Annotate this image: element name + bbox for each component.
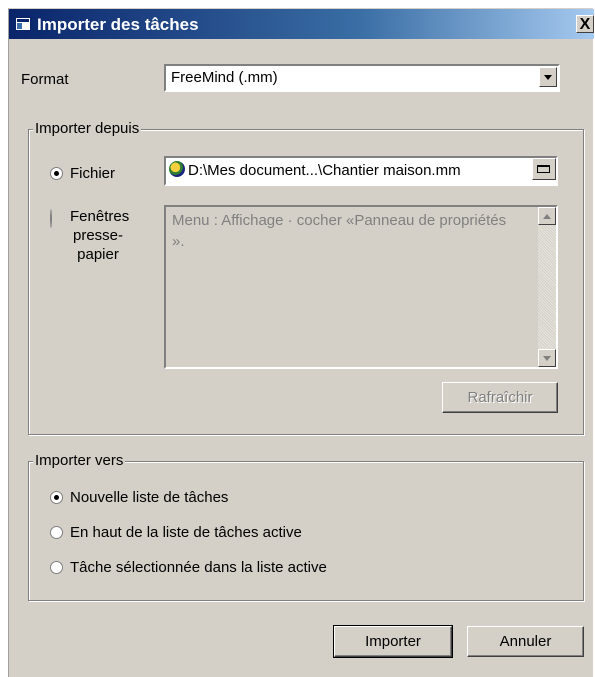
import-from-legend: Importer depuis xyxy=(33,120,142,137)
clipboard-hint-text: Menu : Affichage · cocher «Panneau de pr… xyxy=(172,212,507,250)
freemind-file-icon xyxy=(169,161,185,177)
clipboard-label-line-3: papier xyxy=(77,246,119,263)
title-bar[interactable]: Importer des tâches X xyxy=(9,9,594,39)
selected-task-label: Tâche sélectionnée dans la liste active xyxy=(70,559,327,576)
clipboard-radio-option[interactable]: Fenêtres presse- papier xyxy=(50,207,129,263)
format-select[interactable]: FreeMind (.mm) xyxy=(164,64,560,92)
browse-folder-button[interactable] xyxy=(532,158,556,180)
clipboard-textarea: Menu : Affichage · cocher «Panneau de pr… xyxy=(164,205,558,369)
selected-task-radio[interactable] xyxy=(50,561,63,574)
import-to-legend: Importer vers xyxy=(33,452,126,469)
clipboard-label-line-2: presse- xyxy=(72,227,124,244)
scroll-up-icon[interactable] xyxy=(538,207,556,225)
format-selected-value: FreeMind (.mm) xyxy=(171,69,278,86)
file-radio[interactable] xyxy=(50,167,63,180)
open-folder-icon xyxy=(537,165,550,173)
refresh-button[interactable]: Rafraîchir xyxy=(442,382,558,413)
new-list-label: Nouvelle liste de tâches xyxy=(70,489,229,506)
top-of-list-label: En haut de la liste de tâches active xyxy=(70,524,302,541)
import-button[interactable]: Importer xyxy=(333,625,453,658)
dropdown-arrow-icon[interactable] xyxy=(539,67,557,87)
import-to-option-selected-task[interactable]: Tâche sélectionnée dans la liste active xyxy=(50,559,327,576)
close-icon[interactable]: X xyxy=(576,15,594,33)
import-to-option-top-of-list[interactable]: En haut de la liste de tâches active xyxy=(50,524,302,541)
scroll-down-icon[interactable] xyxy=(538,349,556,367)
import-tasks-dialog: Importer des tâches X Format FreeMind (.… xyxy=(8,8,594,677)
clipboard-scrollbar[interactable] xyxy=(538,207,556,367)
cancel-button[interactable]: Annuler xyxy=(467,626,584,657)
file-path-text: D:\Mes document...\Chantier maison.mm xyxy=(188,162,461,179)
import-from-group: Importer depuis Fichier D:\Mes document.… xyxy=(28,120,584,435)
file-radio-label: Fichier xyxy=(70,165,116,182)
window-title: Importer des tâches xyxy=(37,15,199,34)
new-list-radio[interactable] xyxy=(50,491,63,504)
app-icon xyxy=(15,17,31,31)
clipboard-label-line-1: Fenêtres xyxy=(70,208,130,225)
format-label: Format xyxy=(21,71,69,88)
file-radio-option[interactable]: Fichier xyxy=(50,165,115,182)
top-of-list-radio[interactable] xyxy=(50,526,63,539)
import-to-group: Importer vers Nouvelle liste de tâches E… xyxy=(28,452,584,601)
clipboard-radio[interactable] xyxy=(50,209,52,228)
file-path-field[interactable]: D:\Mes document...\Chantier maison.mm xyxy=(164,156,558,186)
import-to-option-new-list[interactable]: Nouvelle liste de tâches xyxy=(50,489,228,506)
